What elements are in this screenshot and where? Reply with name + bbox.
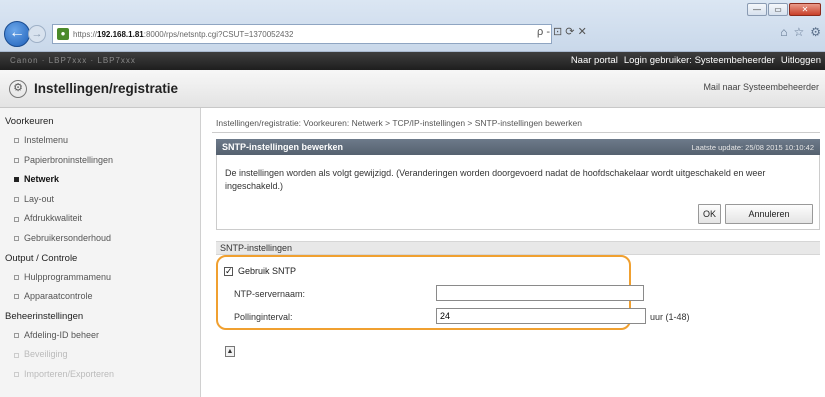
info-message: De instellingen worden als volgt gewijzi… [225,168,766,191]
top-links: Naar portal Login gebruiker: Systeembehe… [571,55,821,66]
sidebar-item-label: Afdeling-ID beheer [24,329,100,340]
sidebar-item-settings-menu[interactable]: Instelmenu [0,131,200,151]
main-content: Instellingen/registratie: Voorkeuren: Ne… [212,108,820,397]
ntp-server-input[interactable] [436,285,644,301]
login-user-text: Login gebruiker: Systeembeheerder [623,55,775,66]
use-sntp-label: Gebruik SNTP [238,266,297,276]
address-bar[interactable]: ● https://192.168.1.81:8000/rps/netsntp.… [52,24,552,44]
bullet-icon [14,197,19,203]
bullet-icon [14,177,19,183]
last-update-timestamp: Laatste update: 25/08 2015 10:10:42 [691,143,814,152]
section-title: SNTP-instellingen [220,243,293,253]
site-favicon-icon: ● [57,28,69,40]
bullet-icon [14,294,19,300]
url-host: 192.168.1.81 [97,29,144,39]
sidebar-item-label: Hulpprogrammamenu [24,271,112,282]
browser-toolbar-icons: ⌂ ☆ ⚙ [780,25,821,39]
window-controls: — ▭ ✕ [747,3,821,16]
sidebar-item-label: Apparaatcontrole [24,291,93,302]
forward-arrow-icon[interactable]: → [28,25,46,43]
sidebar-item-label: Importeren/Exporteren [24,368,115,379]
bullet-icon [14,216,19,222]
mail-admin-link[interactable]: Mail naar Systeembeheerder [703,82,819,92]
divider [212,132,820,133]
sidebar-item-security[interactable]: Beveiliging [0,345,200,365]
bullet-icon [14,352,19,358]
home-icon[interactable]: ⌂ [780,25,787,39]
polling-unit-text: uur (1-48) [650,312,690,322]
favorites-star-icon[interactable]: ☆ [793,25,804,39]
sidebar-item-layout[interactable]: Lay-out [0,190,200,210]
bullet-icon [14,333,19,339]
sidebar-item-import-export[interactable]: Importeren/Exporteren [0,365,200,385]
back-arrow-icon[interactable]: ← [4,21,30,47]
sidebar-item-print-quality[interactable]: Afdrukkwaliteit [0,209,200,229]
sidebar-item-label: Netwerk [24,174,60,185]
polling-interval-label: Pollinginterval: [234,312,293,322]
sidebar-item-label: Instelmenu [24,135,69,145]
sidebar-item-department-id[interactable]: Afdeling-ID beheer [0,326,200,346]
url-text: https://192.168.1.81:8000/rps/netsntp.cg… [73,30,293,39]
use-sntp-checkbox[interactable]: ✓ [224,266,233,276]
bullet-icon [14,372,19,378]
sidebar-item-network[interactable]: Netwerk [0,170,200,190]
sidebar-item-label: Afdrukkwaliteit [24,213,83,224]
polling-interval-input[interactable] [436,308,646,324]
sidebar-item-user-maintenance[interactable]: Gebruikersonderhoud [0,229,200,249]
page-top-icon[interactable]: ▲ [225,346,235,357]
sidebar-item-label: Lay-out [24,193,55,204]
maximize-button[interactable]: ▭ [768,3,788,16]
address-tools[interactable]: ρ - ⊡ ⟳ ✕ [537,25,587,38]
sidebar-item-label: Beveiliging [24,349,68,360]
url-prefix: https:// [73,29,98,39]
sidebar-item-label: Papierbroninstellingen [24,154,114,165]
breadcrumb: Instellingen/registratie: Voorkeuren: Ne… [216,118,582,128]
portal-link[interactable]: Naar portal [571,55,618,66]
sidebar-section-preferences[interactable]: Voorkeuren [0,112,200,131]
sidebar: Voorkeuren Instelmenu Papierbroninstelli… [0,108,201,397]
use-sntp-row: ✓ Gebruik SNTP [224,266,296,276]
edit-panel-header: SNTP-instellingen bewerken Laatste updat… [216,139,820,155]
settings-gear-icon[interactable]: ⚙ [810,25,821,39]
settings-gear-icon: ⚙ [9,80,27,98]
sidebar-item-label: Gebruikersonderhoud [24,232,112,243]
cancel-button[interactable]: Annuleren [725,204,813,224]
bullet-icon [14,274,19,280]
page-title: Instellingen/registratie [34,81,179,96]
logout-link[interactable]: Uitloggen [781,55,821,66]
navigation-row: ← → ● https://192.168.1.81:8000/rps/nets… [4,21,821,47]
panel-title: SNTP-instellingen bewerken [222,142,344,152]
browser-chrome: — ▭ ✕ ← → ● https://192.168.1.81:8000/rp… [0,0,825,52]
ntp-server-label: NTP-servernaam: [234,289,306,299]
bullet-icon [14,236,19,242]
top-status-bar: Canon · LBP7xxx · LBP7xxx Naar portal Lo… [0,52,825,70]
bullet-icon [14,157,19,163]
sidebar-section-management[interactable]: Beheerinstellingen [0,307,200,326]
printer-brand: Canon · LBP7xxx · LBP7xxx [10,56,136,65]
ok-button[interactable]: OK [698,204,721,224]
close-window-button[interactable]: ✕ [789,3,821,16]
page-header: ⚙ Instellingen/registratie Mail naar Sys… [0,70,825,108]
url-rest: :8000/rps/netsntp.cgi?CSUT=1370052432 [143,29,294,39]
sidebar-section-output-control[interactable]: Output / Controle [0,249,200,268]
bullet-icon [14,138,19,144]
sidebar-item-utility-menu[interactable]: Hulpprogrammamenu [0,268,200,288]
sntp-section-header: SNTP-instellingen [216,241,820,255]
minimize-button[interactable]: — [747,3,767,16]
message-panel: De instellingen worden als volgt gewijzi… [216,155,820,230]
sidebar-item-device-control[interactable]: Apparaatcontrole [0,287,200,307]
sidebar-item-paper-source[interactable]: Papierbroninstellingen [0,151,200,171]
